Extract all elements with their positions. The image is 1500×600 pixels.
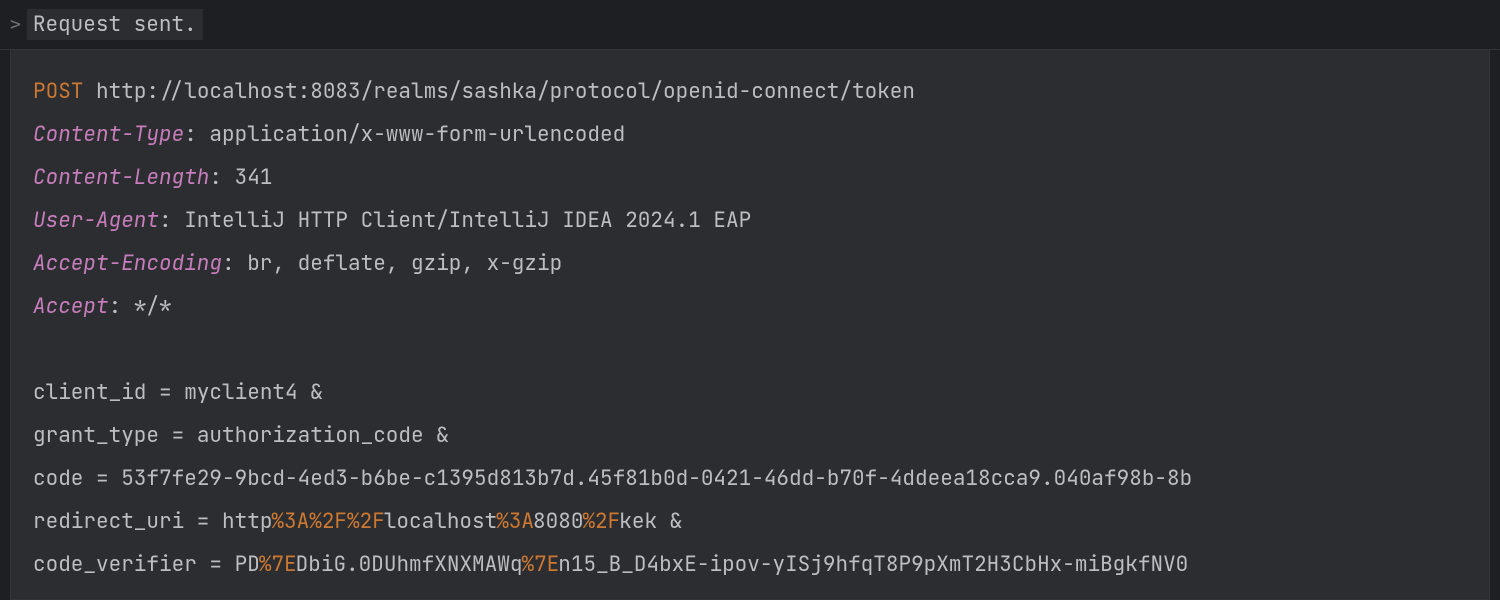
body-key: grant_type — [33, 422, 159, 449]
body-value: 53f7fe29-9bcd-4ed3-b6be-c1395d813b7d.45f… — [121, 465, 1192, 492]
body-value: PD%7EDbiG.0DUhmfXNXMAWq%7En15_B_D4bxE-ip… — [235, 551, 1189, 578]
body-key: redirect_uri — [33, 508, 184, 535]
body-value: authorization_code — [197, 422, 424, 449]
header-name: User-Agent — [33, 207, 159, 234]
header-name: Content-Length — [33, 164, 209, 191]
body-line: code_verifier = PD%7EDbiG.0DUhmfXNXMAWq%… — [33, 543, 1467, 586]
header-line: Content-Type: application/x-www-form-url… — [33, 113, 1467, 156]
header-line: Content-Length: 341 — [33, 156, 1467, 199]
header-name: Accept — [33, 293, 109, 320]
header-name: Accept-Encoding — [33, 250, 222, 277]
request-url: http://localhost:8083/realms/sashka/prot… — [96, 78, 915, 105]
body-value: http%3A%2F%2Flocalhost%3A8080%2Fkek — [222, 508, 657, 535]
request-line: POST http://localhost:8083/realms/sashka… — [33, 70, 1467, 113]
header-value: IntelliJ HTTP Client/IntelliJ IDEA 2024.… — [184, 207, 751, 234]
body-key: client_id — [33, 379, 146, 406]
header-name: Content-Type — [33, 121, 184, 148]
header-line: Accept-Encoding: br, deflate, gzip, x-gz… — [33, 242, 1467, 285]
header-value: 341 — [235, 164, 273, 191]
header-line: User-Agent: IntelliJ HTTP Client/Intelli… — [33, 199, 1467, 242]
body-key: code_verifier — [33, 551, 197, 578]
body-line: grant_type = authorization_code & — [33, 414, 1467, 457]
blank-line — [33, 328, 1467, 371]
http-method: POST — [33, 78, 83, 105]
chevron-icon: > — [10, 14, 21, 35]
body-value: myclient4 — [184, 379, 297, 406]
body-line: redirect_uri = http%3A%2F%2Flocalhost%3A… — [33, 500, 1467, 543]
request-panel[interactable]: POST http://localhost:8083/realms/sashka… — [10, 50, 1490, 600]
header-value: application/x-www-form-urlencoded — [209, 121, 625, 148]
header-value: */* — [134, 293, 172, 320]
body-key: code — [33, 465, 83, 492]
header-value: br, deflate, gzip, x-gzip — [247, 250, 562, 277]
body-line: code = 53f7fe29-9bcd-4ed3-b6be-c1395d813… — [33, 457, 1467, 500]
header-line: Accept: */* — [33, 285, 1467, 328]
body-line: client_id = myclient4 & — [33, 371, 1467, 414]
console-header: > Request sent. — [0, 0, 1500, 50]
status-text: Request sent. — [27, 9, 203, 40]
